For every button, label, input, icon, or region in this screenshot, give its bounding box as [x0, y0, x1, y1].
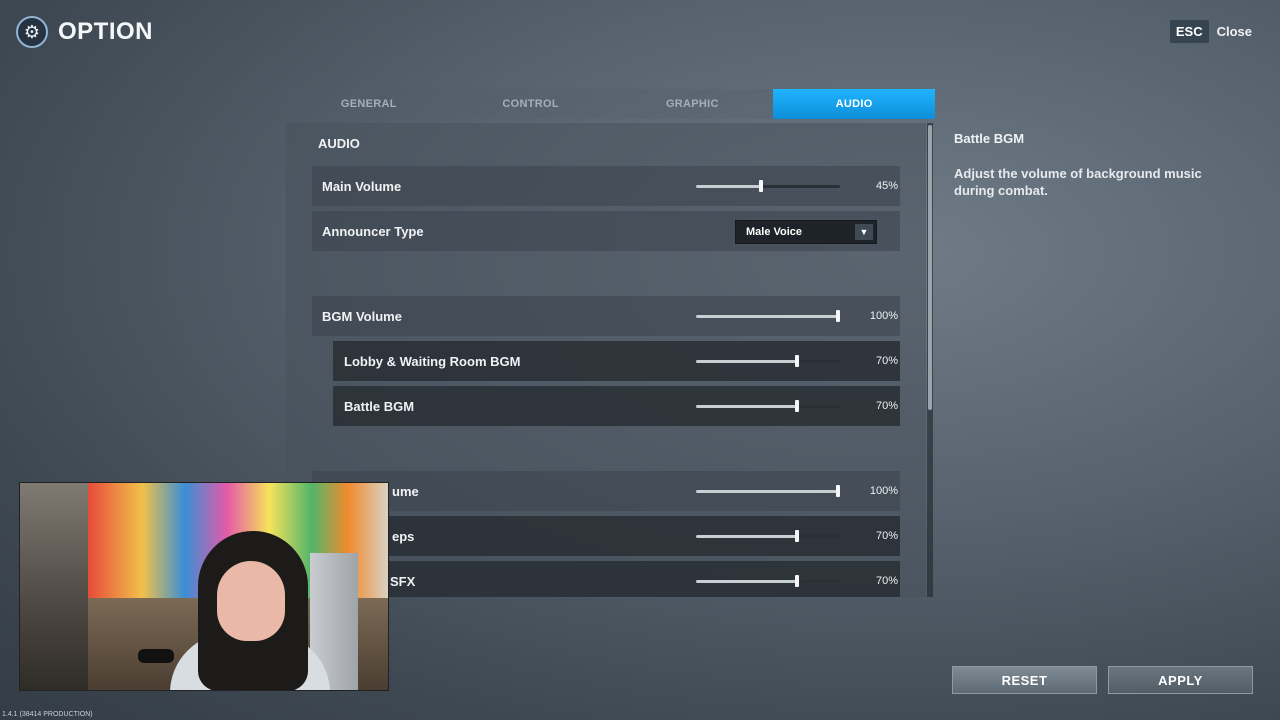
slider-fill	[696, 535, 797, 538]
slider-fill	[696, 360, 797, 363]
tab-control[interactable]: CONTROL	[449, 89, 612, 119]
webcam-person-face	[217, 561, 285, 641]
reset-button[interactable]: RESET	[952, 666, 1097, 694]
sfx-volume-slider[interactable]	[696, 485, 840, 497]
lobby-bgm-value: 70%	[875, 355, 898, 367]
description-title: Battle BGM	[954, 131, 1025, 146]
main-volume-row: Main Volume 45%	[312, 166, 900, 206]
announcer-type-selected: Male Voice	[746, 226, 803, 238]
slider-fill	[696, 185, 761, 188]
announcer-type-row: Announcer Type Male Voice ▼	[312, 211, 900, 251]
esc-key-badge: ESC	[1169, 20, 1209, 43]
sfx-label: SFX	[390, 573, 416, 589]
sfx-volume-value: 100%	[869, 485, 898, 497]
lobby-bgm-label: Lobby & Waiting Room BGM	[344, 353, 521, 369]
section-title: AUDIO	[318, 136, 360, 151]
main-volume-slider[interactable]	[696, 180, 840, 192]
bgm-volume-value: 100%	[869, 310, 898, 322]
slider-handle[interactable]	[836, 485, 840, 497]
description-text: Adjust the volume of background music du…	[954, 166, 1202, 198]
slider-fill	[696, 315, 840, 318]
announcer-type-label: Announcer Type	[322, 223, 424, 239]
slider-fill	[696, 405, 797, 408]
footsteps-row: eps 70%	[333, 516, 900, 556]
microphone-icon	[138, 649, 174, 663]
slider-fill	[696, 580, 797, 583]
tab-general[interactable]: GENERAL	[288, 89, 450, 119]
sfx-volume-row: ume 100%	[312, 471, 900, 511]
options-tabs: GENERAL CONTROL GRAPHIC AUDIO	[288, 89, 935, 119]
lobby-bgm-row: Lobby & Waiting Room BGM 70%	[333, 341, 900, 381]
bgm-volume-slider[interactable]	[696, 310, 840, 322]
sfx-slider[interactable]	[696, 575, 840, 587]
slider-handle[interactable]	[759, 180, 763, 192]
footsteps-slider[interactable]	[696, 530, 840, 542]
lobby-bgm-slider[interactable]	[696, 355, 840, 367]
battle-bgm-label: Battle BGM	[344, 398, 415, 414]
apply-button[interactable]: APPLY	[1108, 666, 1253, 694]
webcam-background	[20, 483, 88, 690]
main-volume-label: Main Volume	[322, 178, 402, 194]
slider-handle[interactable]	[795, 530, 799, 542]
version-label: 1.4.1 (38414 PRODUCTION)	[2, 711, 93, 718]
footsteps-value: 70%	[875, 530, 898, 542]
footsteps-label: eps	[392, 528, 415, 544]
slider-fill	[696, 490, 840, 493]
close-label: Close	[1216, 24, 1252, 39]
tab-audio[interactable]: AUDIO	[773, 89, 935, 119]
battle-bgm-slider[interactable]	[696, 400, 840, 412]
slider-handle[interactable]	[836, 310, 840, 322]
bgm-volume-row: BGM Volume 100%	[312, 296, 900, 336]
webcam-overlay	[19, 482, 389, 691]
sfx-value: 70%	[875, 575, 898, 587]
slider-handle[interactable]	[795, 400, 799, 412]
close-button[interactable]: ESC Close	[1169, 20, 1252, 43]
bgm-volume-label: BGM Volume	[322, 308, 402, 324]
scrollbar-thumb[interactable]	[928, 125, 932, 410]
chevron-down-icon: ▼	[855, 224, 873, 240]
gear-icon: ⚙	[16, 16, 48, 48]
main-volume-value: 45%	[875, 180, 898, 192]
battle-bgm-value: 70%	[875, 400, 898, 412]
slider-handle[interactable]	[795, 355, 799, 367]
battle-bgm-row: Battle BGM 70%	[333, 386, 900, 426]
sfx-volume-label: ume	[392, 483, 419, 499]
tab-graphic[interactable]: GRAPHIC	[611, 89, 774, 119]
slider-handle[interactable]	[795, 575, 799, 587]
options-header: ⚙ OPTION	[16, 16, 153, 48]
page-title: OPTION	[58, 18, 154, 45]
announcer-type-dropdown[interactable]: Male Voice ▼	[735, 220, 877, 244]
sfx-row: SFX 70%	[333, 561, 900, 597]
panel-scrollbar[interactable]	[927, 123, 933, 597]
